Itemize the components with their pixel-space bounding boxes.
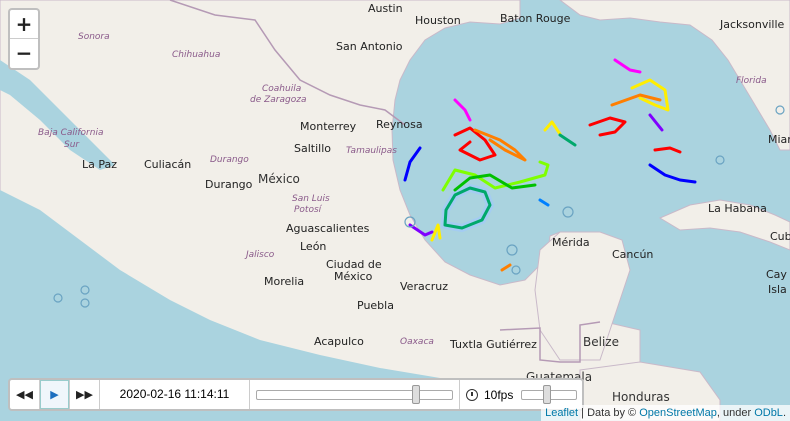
label-miami: Miam [768,133,790,146]
odbl-link[interactable]: ODbL [754,407,783,419]
label-sonora: Sonora [78,32,110,42]
label-culiacan: Culiacán [144,158,192,171]
label-leon: León [300,240,327,253]
label-coahuila-2: de Zaragoza [250,95,307,105]
label-puebla: Puebla [357,299,394,312]
timeline-control: ◀◀ ▶ ▶▶ 2020-02-16 11:14:11 10fps [8,378,584,411]
label-monterrey: Monterrey [300,120,357,133]
label-san-antonio: San Antonio [336,40,403,53]
label-baja-2: Sur [64,140,80,150]
label-la-habana: La Habana [708,202,767,215]
step-back-button[interactable]: ◀◀ [10,380,40,409]
label-coahuila-1: Coahuila [262,84,302,94]
base-map[interactable] [0,0,790,421]
label-honduras: Honduras [612,390,670,404]
osm-link[interactable]: OpenStreetMap [639,407,717,419]
rewind-icon: ◀◀ [16,388,33,401]
label-tamaulipas: Tamaulipas [346,146,397,156]
speed-slider-thumb[interactable] [542,385,551,404]
zoom-out-button[interactable]: − [10,39,38,68]
label-reynosa: Reynosa [376,118,423,131]
attribution-sep-1: | Data by © [578,407,640,419]
label-slp-2: Potosí [294,205,322,215]
label-merida: Mérida [552,236,590,249]
fast-forward-icon: ▶▶ [76,388,93,401]
label-saltillo: Saltillo [294,142,331,155]
time-slider-thumb[interactable] [411,385,420,404]
map-attribution: Leaflet | Data by © OpenStreetMap, under… [541,405,790,421]
label-slp-1: San Luis [292,194,330,204]
label-chihuahua: Chihuahua [172,50,221,60]
label-tuxtla: Tuxtla Gutiérrez [450,338,537,351]
label-oaxaca: Oaxaca [400,337,434,347]
label-baton-rouge: Baton Rouge [500,12,571,25]
attribution-end: . [782,407,786,419]
fps-label: 10fps [484,387,514,402]
label-durango: Durango [205,178,253,191]
label-veracruz: Veracruz [400,280,449,293]
time-slider-track [256,390,453,400]
label-florida: Florida [736,76,767,86]
label-cuba: Cub [770,230,790,243]
label-jalisco: Jalisco [246,250,275,260]
label-aguascalientes: Aguascalientes [286,222,370,235]
attribution-sep-2: , under [716,407,755,419]
label-jacksonville: Jacksonville [720,18,785,31]
label-belize: Belize [583,335,619,349]
label-baja-1: Baja California [38,128,104,138]
zoom-control: + − [8,8,40,70]
play-icon: ▶ [50,388,59,401]
label-cancun: Cancún [612,248,654,261]
label-durango-state: Durango [210,155,249,165]
label-morelia: Morelia [264,275,305,288]
label-austin: Austin [368,2,403,15]
label-houston: Houston [415,14,461,27]
time-slider[interactable] [250,380,460,409]
label-la-paz: La Paz [82,158,118,171]
label-cdmx-2: México [334,270,373,283]
label-cayman-1: Cay [766,268,787,281]
label-cayman-2: Isla [768,283,787,296]
label-acapulco: Acapulco [314,335,364,348]
step-forward-button[interactable]: ▶▶ [70,380,100,409]
label-mexico: México [258,172,300,186]
current-time-display: 2020-02-16 11:14:11 [100,380,250,409]
zoom-in-button[interactable]: + [10,10,38,39]
clock-icon [466,388,478,401]
leaflet-link[interactable]: Leaflet [545,407,578,419]
play-button[interactable]: ▶ [40,380,70,409]
